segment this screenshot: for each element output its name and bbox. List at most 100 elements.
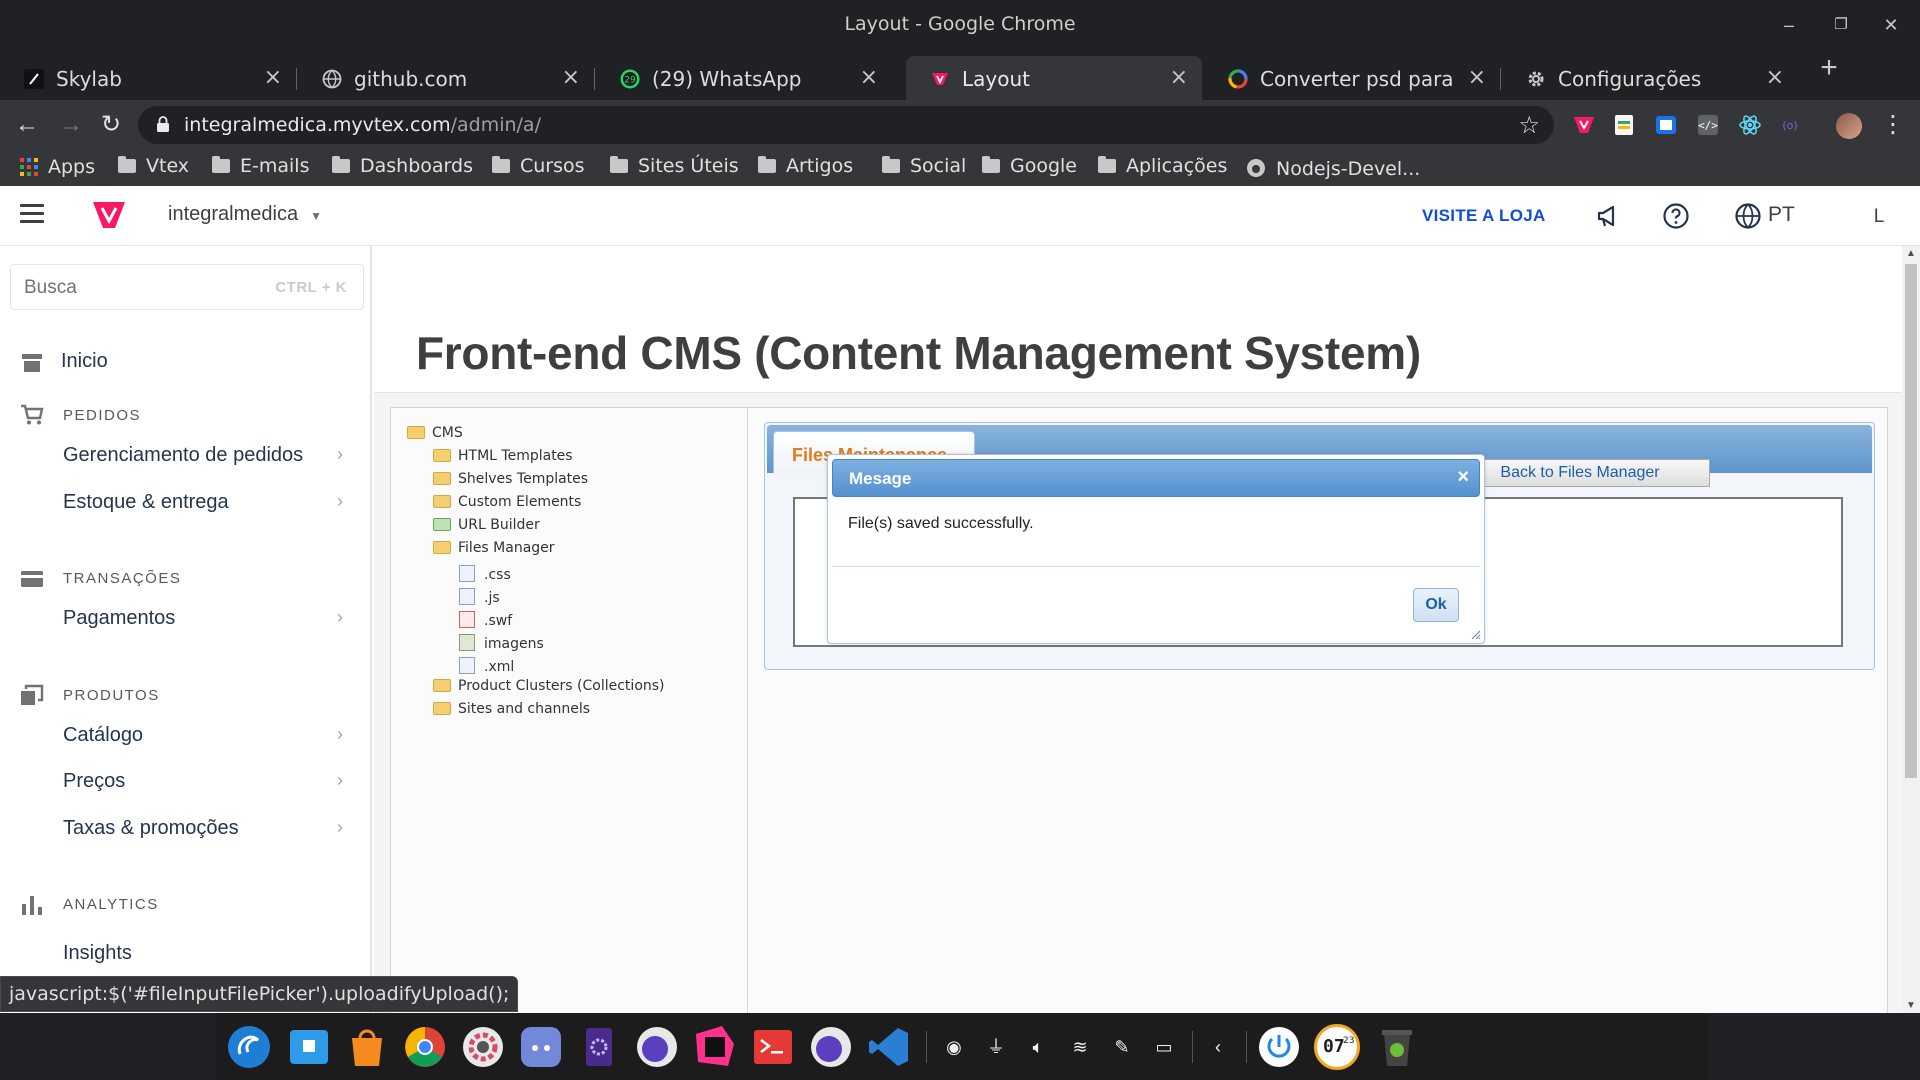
bookmark-star-icon[interactable]: ☆: [1518, 111, 1540, 140]
account-selector[interactable]: integralmedica ▼: [168, 203, 322, 226]
usb-icon[interactable]: ⏚: [982, 1033, 1010, 1061]
discord-tray-icon[interactable]: ◉: [940, 1033, 968, 1061]
close-window-button[interactable]: ✕: [1878, 12, 1904, 38]
back-to-files-manager-button[interactable]: Back to Files Manager: [1450, 459, 1710, 487]
maximize-button[interactable]: ❐: [1828, 12, 1854, 38]
profile-avatar[interactable]: [1836, 113, 1862, 139]
sidebar-item-estoque-entrega[interactable]: Estoque & entrega ›: [63, 491, 353, 514]
menu-icon[interactable]: [20, 204, 44, 226]
resize-grip-icon[interactable]: [1469, 628, 1481, 640]
megaphone-icon[interactable]: [1594, 202, 1622, 230]
bookmark-dashboards[interactable]: Dashboards: [332, 155, 473, 181]
scroll-down-arrow-icon[interactable]: ▼: [1906, 1000, 1916, 1011]
tree-node-product-clusters[interactable]: Product Clusters (Collections): [433, 677, 665, 694]
tree-node-shelves-templates[interactable]: Shelves Templates: [433, 470, 588, 487]
close-tab-icon[interactable]: ×: [562, 65, 580, 90]
discord-icon[interactable]: [518, 1024, 564, 1070]
scrollbar-thumb[interactable]: [1905, 264, 1917, 778]
bookmark-vtex[interactable]: Vtex: [118, 155, 189, 181]
bookmark-aplicacoes[interactable]: Aplicações: [1098, 155, 1227, 181]
address-bar[interactable]: integralmedica.myvtex.com/admin/a/ ☆: [138, 106, 1554, 144]
tab-github[interactable]: github.com ×: [298, 56, 595, 100]
react-devtools-icon[interactable]: [1738, 113, 1762, 137]
file-manager-icon[interactable]: [286, 1024, 332, 1070]
bookmark-emails[interactable]: E-mails: [212, 155, 309, 181]
bookmark-artigos[interactable]: Artigos: [758, 155, 853, 181]
tab-converter[interactable]: Converter psd para pag ×: [1204, 56, 1501, 100]
tree-node-xml[interactable]: .xml: [459, 654, 514, 675]
bookmark-social[interactable]: Social: [882, 155, 966, 181]
language-selector[interactable]: PT: [1768, 203, 1795, 227]
tree-node-sites-and-channels[interactable]: Sites and channels: [433, 700, 590, 717]
tab-whatsapp[interactable]: 29 (29) WhatsApp ×: [596, 56, 892, 100]
sheets-extension-icon[interactable]: [1612, 113, 1636, 137]
hyper-icon[interactable]: [808, 1024, 854, 1070]
tab-configuracoes[interactable]: Configurações ×: [1502, 56, 1798, 100]
tab-layout[interactable]: Layout ×: [906, 56, 1202, 100]
launcher-icon[interactable]: [226, 1024, 272, 1070]
vtex-extension-icon[interactable]: [1572, 113, 1596, 137]
tree-node-cms[interactable]: CMS: [407, 424, 463, 441]
search-input[interactable]: Busca CTRL + K: [10, 264, 364, 310]
forward-button[interactable]: →: [58, 112, 84, 138]
globe-icon[interactable]: [1734, 202, 1762, 230]
tab-skylab[interactable]: Skylab ×: [0, 56, 297, 100]
chevron-left-icon[interactable]: ‹: [1204, 1033, 1232, 1061]
page-scrollbar[interactable]: ▲ ▼: [1902, 246, 1920, 1013]
bookmark-sites-uteis[interactable]: Sites Úteis: [610, 155, 739, 181]
wifi-icon[interactable]: ≋: [1066, 1033, 1094, 1061]
sidebar-item-catalogo[interactable]: Catálogo ›: [63, 724, 353, 747]
pen-icon[interactable]: ✎: [1108, 1033, 1136, 1061]
dialog-titlebar[interactable]: Mesage ×: [832, 459, 1480, 497]
tree-node-files-manager[interactable]: Files Manager: [433, 539, 555, 556]
sidebar-item-pagamentos[interactable]: Pagamentos ›: [63, 607, 353, 630]
code-extension-icon[interactable]: </>: [1696, 113, 1720, 137]
trash-icon[interactable]: [1374, 1024, 1420, 1070]
hyper-terminal-icon[interactable]: [634, 1024, 680, 1070]
tree-node-js[interactable]: .js: [459, 585, 500, 606]
tree-node-imagens[interactable]: imagens: [459, 631, 544, 652]
chrome-menu-icon[interactable]: ⋮: [1880, 112, 1906, 138]
tree-node-custom-elements[interactable]: Custom Elements: [433, 493, 581, 510]
terminal-icon[interactable]: [750, 1024, 796, 1070]
help-icon[interactable]: [1662, 202, 1690, 230]
app-store-icon[interactable]: [344, 1024, 390, 1070]
sidebar-item-insights[interactable]: Insights: [63, 942, 353, 965]
reload-button[interactable]: ↻: [98, 112, 124, 138]
back-button[interactable]: ←: [14, 112, 40, 138]
bookmark-cursos[interactable]: Cursos: [492, 155, 585, 181]
redux-devtools-icon[interactable]: (o): [1778, 113, 1802, 137]
bookmark-google[interactable]: Google: [982, 155, 1077, 181]
close-tab-icon[interactable]: ×: [264, 65, 282, 90]
clock-widget[interactable]: 07 23: [1314, 1024, 1360, 1070]
user-avatar[interactable]: L: [1862, 200, 1896, 234]
settings-icon[interactable]: [460, 1024, 506, 1070]
minimize-button[interactable]: –: [1776, 12, 1802, 38]
tree-node-swf[interactable]: .swf: [459, 608, 512, 629]
bookmark-apps[interactable]: Apps: [20, 155, 95, 181]
tree-node-url-builder[interactable]: URL Builder: [433, 516, 540, 533]
sidebar-item-precos[interactable]: Preços ›: [63, 770, 353, 793]
bookmark-nodejs[interactable]: Nodejs-Devel...: [1246, 155, 1420, 181]
power-icon[interactable]: [1256, 1024, 1302, 1070]
close-tab-icon[interactable]: ×: [1170, 65, 1188, 90]
tree-node-html-templates[interactable]: HTML Templates: [433, 447, 573, 464]
sidebar-item-gerenciamento-de-pedidos[interactable]: Gerenciamento de pedidos ›: [63, 444, 353, 467]
jetbrains-icon[interactable]: [692, 1024, 738, 1070]
new-tab-button[interactable]: +: [1814, 53, 1844, 84]
sidebar-item-inicio[interactable]: Inicio: [61, 350, 108, 373]
vtex-logo[interactable]: [92, 200, 126, 230]
chrome-icon[interactable]: [402, 1024, 448, 1070]
close-tab-icon[interactable]: ×: [860, 65, 878, 90]
tree-node-css[interactable]: .css: [459, 562, 511, 583]
gear-app-icon[interactable]: [576, 1024, 622, 1070]
vscode-icon[interactable]: [866, 1024, 912, 1070]
devtools-extension-icon[interactable]: [1654, 113, 1678, 137]
close-tab-icon[interactable]: ×: [1468, 65, 1486, 90]
scroll-up-arrow-icon[interactable]: ▲: [1906, 248, 1916, 259]
visit-store-link[interactable]: VISITE A LOJA: [1422, 206, 1546, 226]
close-tab-icon[interactable]: ×: [1766, 65, 1784, 90]
volume-icon[interactable]: 🔈︎: [1024, 1033, 1052, 1061]
battery-icon[interactable]: ▭: [1150, 1033, 1178, 1061]
close-icon[interactable]: ×: [1457, 466, 1469, 489]
